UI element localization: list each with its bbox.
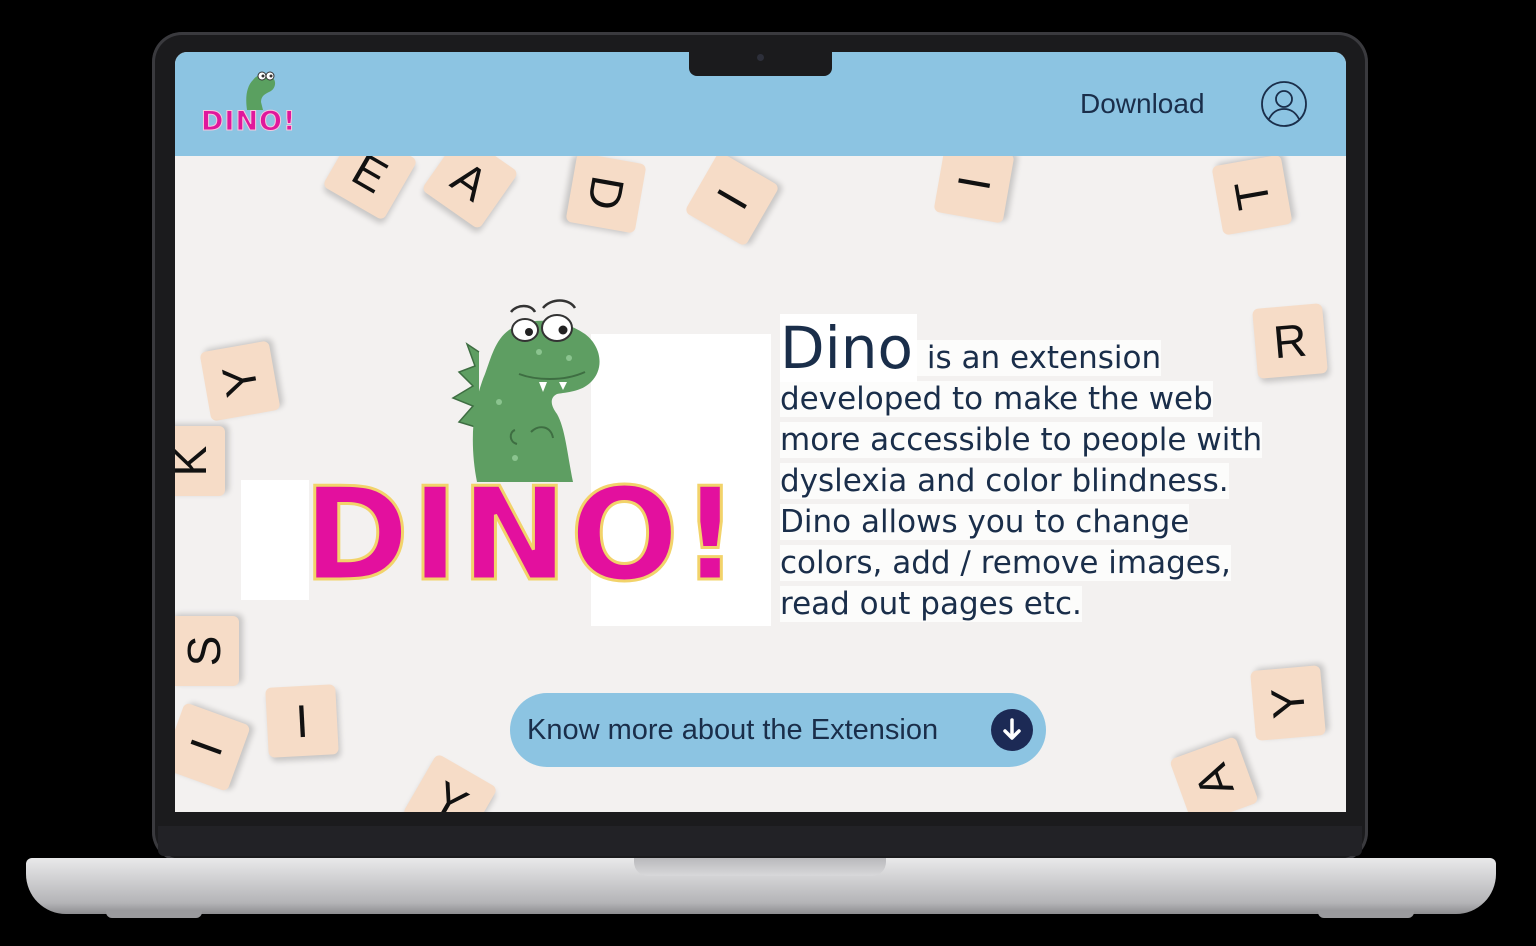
letter-tile: K — [175, 426, 225, 496]
description-body: is an extension developed to make the we… — [780, 340, 1263, 622]
camera-icon — [757, 54, 764, 61]
dino-mascot-icon — [451, 299, 600, 482]
letter-tile: T — [1211, 154, 1293, 236]
hero-logo-text: DINO! — [301, 461, 742, 610]
letter-tile: Y — [199, 340, 281, 422]
know-more-label: Know more about the Extension — [527, 713, 939, 746]
letter-tile: D — [565, 152, 647, 234]
description-title: Dino — [780, 314, 918, 382]
letter-tile: I — [265, 684, 339, 758]
header-logo[interactable]: DINO! — [200, 66, 301, 138]
letter-tile: Y — [1250, 665, 1326, 741]
letter-tile: S — [175, 616, 239, 686]
camera-notch — [689, 52, 832, 76]
logo-text: DINO! — [200, 106, 297, 138]
laptop-screen: E A D I I T R Y K Y S I I A Y DINO! Down… — [175, 52, 1346, 812]
letter-tile: I — [684, 151, 780, 247]
hero-description: Dino is an extension developed to make t… — [780, 314, 1300, 625]
letter-tile: I — [175, 702, 251, 792]
laptop-foot-left — [106, 910, 202, 918]
nav-download-link[interactable]: Download — [1080, 88, 1205, 120]
logo-backdrop-left — [241, 480, 309, 600]
laptop-chin — [158, 826, 1362, 856]
letter-tile: A — [1169, 736, 1259, 812]
arrow-down-circle-icon — [991, 709, 1033, 751]
laptop-base-notch — [634, 858, 886, 876]
know-more-button[interactable]: Know more about the Extension — [510, 693, 1046, 767]
letter-tile: Y — [402, 753, 498, 812]
laptop-foot-right — [1318, 910, 1414, 918]
user-circle-icon[interactable] — [1260, 80, 1308, 128]
